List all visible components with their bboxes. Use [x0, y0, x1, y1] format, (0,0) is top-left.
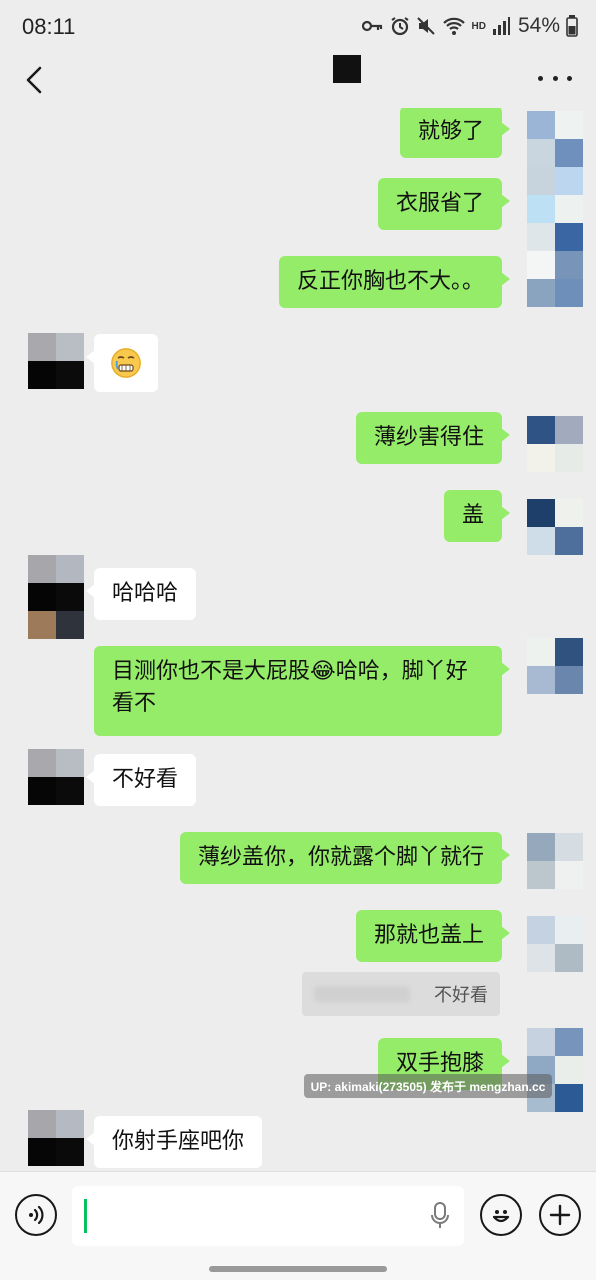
message-text: 盖 [461, 503, 484, 528]
my-avatar[interactable] [527, 833, 583, 889]
message-bubble-sent[interactable]: 衣服省了 [377, 178, 511, 230]
message-text: 目测你也不是大屁股😂哈哈，脚丫好看不 [112, 659, 468, 716]
back-button[interactable] [14, 58, 54, 102]
contact-avatar[interactable] [28, 333, 84, 389]
key-icon [361, 20, 382, 32]
message-bubble-sent[interactable]: 盖 [443, 490, 511, 542]
redacted-quote-author [314, 986, 410, 1002]
input-bar [0, 1171, 596, 1280]
quote-text: 不好看 [434, 985, 488, 1006]
alarm-icon [390, 17, 409, 36]
message-text: 衣服省了 [395, 191, 484, 216]
plus-button[interactable] [539, 1194, 581, 1236]
battery-percent: 54% [517, 14, 560, 37]
message-text: 你射手座吧你 [112, 1129, 245, 1154]
redacted-contact-name [333, 55, 361, 83]
battery-icon [566, 15, 578, 37]
my-avatar[interactable] [527, 638, 583, 694]
message-bubble-sent[interactable]: 目测你也不是大屁股😂哈哈，脚丫好看不 [94, 646, 510, 736]
message-text: 就够了 [417, 119, 484, 144]
message-text: 不好看 [112, 767, 179, 792]
message-text: 哈哈哈 [112, 581, 179, 606]
my-avatar[interactable] [527, 416, 583, 472]
message-bubble-sent[interactable]: 薄纱盖你，你就露个脚丫就行 [179, 832, 511, 884]
nav-bar [0, 52, 596, 108]
my-avatar[interactable] [527, 499, 583, 555]
more-options-button[interactable] [538, 66, 572, 90]
message-bubble-received[interactable]: 哈哈哈 [85, 568, 197, 620]
dot-icon [552, 75, 558, 81]
wifi-icon [442, 17, 465, 35]
smiley-icon [492, 1210, 510, 1223]
message-bubble-sent[interactable]: 就够了 [399, 108, 511, 158]
grimacing-tears-emoji-icon [111, 348, 141, 378]
chevron-left-icon [26, 66, 42, 94]
message-bubble-sent[interactable]: 反正你胸也不大。。 [278, 256, 511, 308]
my-avatar[interactable] [527, 111, 583, 307]
microphone-icon[interactable] [430, 1202, 450, 1230]
contact-avatar[interactable] [28, 749, 84, 805]
dot-icon [567, 75, 572, 81]
my-avatar[interactable] [527, 1028, 583, 1112]
message-bubble-received[interactable]: 不好看 [85, 754, 197, 806]
contact-avatar[interactable] [28, 555, 84, 639]
message-bubble-sent[interactable]: 那就也盖上 [355, 910, 511, 962]
plus-icon [549, 1204, 571, 1226]
my-avatar[interactable] [527, 916, 583, 972]
message-bubble-received[interactable] [86, 334, 158, 392]
message-bubble-received[interactable]: 你射手座吧你 [85, 1116, 263, 1168]
status-time: 08:11 [22, 14, 76, 39]
mute-icon [416, 17, 435, 35]
network-type: HD [471, 20, 486, 32]
text-caret [84, 1199, 87, 1233]
message-input[interactable] [72, 1186, 464, 1246]
watermark-label: UP: akimaki(273505) 发布于 mengzhan.cc [304, 1074, 552, 1098]
status-bar: 08:11 HD 54% [0, 0, 596, 52]
message-bubble-sent[interactable]: 薄纱害得住 [355, 412, 511, 464]
quoted-reply[interactable]: 不好看 [302, 972, 500, 1016]
message-text: 那就也盖上 [373, 923, 484, 948]
voice-toggle-button[interactable] [15, 1194, 57, 1236]
home-indicator[interactable] [209, 1266, 387, 1272]
contact-avatar[interactable] [28, 1110, 84, 1166]
voice-toggle-icon [29, 1205, 44, 1225]
message-text: 双手抱膝 [395, 1051, 484, 1076]
status-icons: HD 54% [361, 12, 578, 40]
message-text: 薄纱害得住 [373, 425, 484, 450]
chat-area[interactable]: 就够了 衣服省了 反正你胸也不大。。 薄纱害得住 盖 哈哈哈 目测你也不是大屁股… [0, 108, 596, 1171]
signal-icon [492, 17, 510, 35]
dot-icon [538, 75, 543, 81]
emoji-button[interactable] [480, 1194, 522, 1236]
message-text: 薄纱盖你，你就露个脚丫就行 [197, 845, 484, 870]
message-text: 反正你胸也不大。。 [296, 269, 484, 294]
